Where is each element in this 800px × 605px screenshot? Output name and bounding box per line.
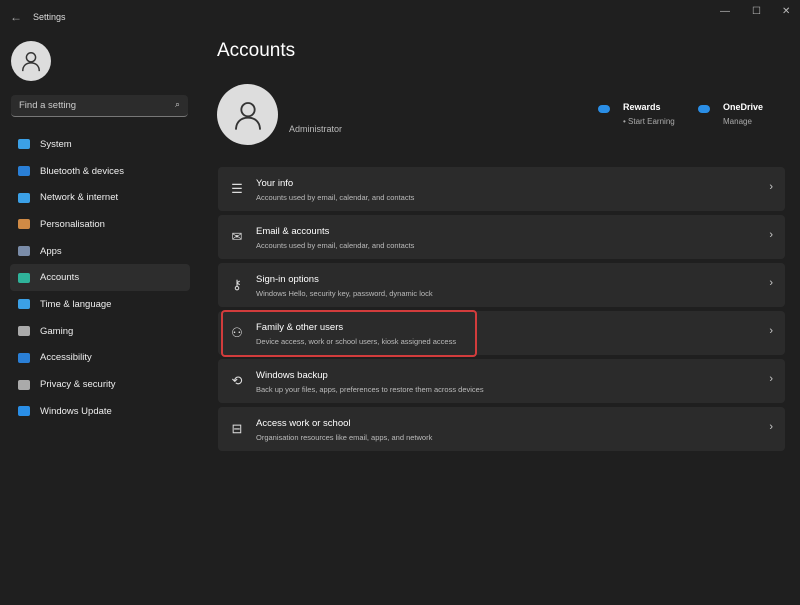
nav-icon <box>18 326 30 336</box>
sidebar-item-system[interactable]: System <box>10 131 190 158</box>
nav-icon <box>18 139 30 149</box>
card-title: Sign-in options <box>256 274 319 285</box>
title-bar: ← Settings — ☐ ✕ <box>0 0 800 34</box>
card-icon: ⊟ <box>229 421 245 437</box>
card-icon: ☰ <box>229 181 245 197</box>
onedrive-title: OneDrive <box>723 102 763 112</box>
sidebar-item-label: Gaming <box>40 326 73 337</box>
card-subtitle: Back up your files, apps, preferences to… <box>256 385 484 394</box>
sidebar-item-bluetooth-devices[interactable]: Bluetooth & devices <box>10 158 190 185</box>
nav-icon <box>18 193 30 203</box>
onedrive-link[interactable]: OneDrive Manage <box>723 102 763 126</box>
chevron-right-icon: › <box>769 325 773 337</box>
app-title: Settings <box>33 12 66 22</box>
onedrive-sub: Manage <box>723 117 763 126</box>
sidebar-item-label: Bluetooth & devices <box>40 166 124 177</box>
card-icon: ⟲ <box>229 373 245 389</box>
card-title: Access work or school <box>256 418 351 429</box>
card-subtitle: Accounts used by email, calendar, and co… <box>256 241 414 250</box>
card-subtitle: Windows Hello, security key, password, d… <box>256 289 433 298</box>
search-icon[interactable]: ⌕ <box>175 99 180 110</box>
sidebar-item-accessibility[interactable]: Accessibility <box>10 345 190 372</box>
user-icon <box>232 99 264 131</box>
sidebar-item-label: System <box>40 139 72 150</box>
sidebar-item-network-internet[interactable]: Network & internet <box>10 184 190 211</box>
nav-icon <box>18 166 30 176</box>
card-icon: ⚷ <box>229 277 245 293</box>
sidebar-item-label: Windows Update <box>40 406 112 417</box>
nav-icon <box>18 299 30 309</box>
sidebar-item-label: Accessibility <box>40 352 92 363</box>
back-button[interactable]: ← <box>10 10 22 24</box>
rewards-title: Rewards <box>623 102 675 112</box>
sidebar-item-label: Personalisation <box>40 219 105 230</box>
account-type: Administrator <box>289 124 342 134</box>
sidebar-nav: System Bluetooth & devices Network & inter… <box>10 131 190 425</box>
sidebar-item-gaming[interactable]: Gaming <box>10 318 190 345</box>
maximize-button[interactable]: ☐ <box>752 6 761 17</box>
card-access-work-or-school[interactable]: ⊟ Access work or school Organisation resou… <box>218 407 785 451</box>
sidebar-item-accounts[interactable]: Accounts <box>10 264 190 291</box>
rewards-sub: • Start Earning <box>623 117 675 126</box>
search-placeholder: Find a setting <box>19 100 76 111</box>
sidebar-item-label: Time & language <box>40 299 111 310</box>
card-sign-in-options[interactable]: ⚷ Sign-in options Windows Hello, security … <box>218 263 785 307</box>
sidebar-item-label: Apps <box>40 246 62 257</box>
cloud-icon <box>698 105 710 113</box>
card-title: Your info <box>256 178 293 189</box>
card-subtitle: Accounts used by email, calendar, and co… <box>256 193 414 202</box>
close-button[interactable]: ✕ <box>782 6 790 17</box>
chevron-right-icon: › <box>769 229 773 241</box>
chevron-right-icon: › <box>769 421 773 433</box>
chevron-right-icon: › <box>769 373 773 385</box>
nav-icon <box>18 246 30 256</box>
card-title: Email & accounts <box>256 226 329 237</box>
sidebar-item-privacy-security[interactable]: Privacy & security <box>10 371 190 398</box>
card-windows-backup[interactable]: ⟲ Windows backup Back up your files, apps,… <box>218 359 785 403</box>
rewards-icon <box>598 105 610 113</box>
nav-icon <box>18 353 30 363</box>
sidebar-item-windows-update[interactable]: Windows Update <box>10 398 190 425</box>
nav-icon <box>18 406 30 416</box>
minimize-button[interactable]: — <box>720 6 730 17</box>
card-icon: ✉ <box>229 229 245 245</box>
sidebar-item-label: Privacy & security <box>40 379 116 390</box>
card-email-accounts[interactable]: ✉ Email & accounts Accounts used by email,… <box>218 215 785 259</box>
highlight-box <box>221 310 477 357</box>
search-input[interactable]: Find a setting ⌕ <box>11 95 188 117</box>
sidebar-item-label: Network & internet <box>40 192 118 203</box>
chevron-right-icon: › <box>769 277 773 289</box>
chevron-right-icon: › <box>769 181 773 193</box>
account-avatar[interactable] <box>217 84 278 145</box>
sidebar-item-apps[interactable]: Apps <box>10 238 190 265</box>
card-subtitle: Organisation resources like email, apps,… <box>256 433 432 442</box>
card-your-info[interactable]: ☰ Your info Accounts used by email, calend… <box>218 167 785 211</box>
nav-icon <box>18 273 30 283</box>
nav-icon <box>18 219 30 229</box>
sidebar-avatar[interactable] <box>11 41 51 81</box>
sidebar-item-personalisation[interactable]: Personalisation <box>10 211 190 238</box>
user-icon <box>20 50 42 72</box>
sidebar-item-time-language[interactable]: Time & language <box>10 291 190 318</box>
card-title: Windows backup <box>256 370 328 381</box>
nav-icon <box>18 380 30 390</box>
sidebar-item-label: Accounts <box>40 272 79 283</box>
rewards-link[interactable]: Rewards • Start Earning <box>623 102 675 126</box>
page-title: Accounts <box>217 40 295 62</box>
